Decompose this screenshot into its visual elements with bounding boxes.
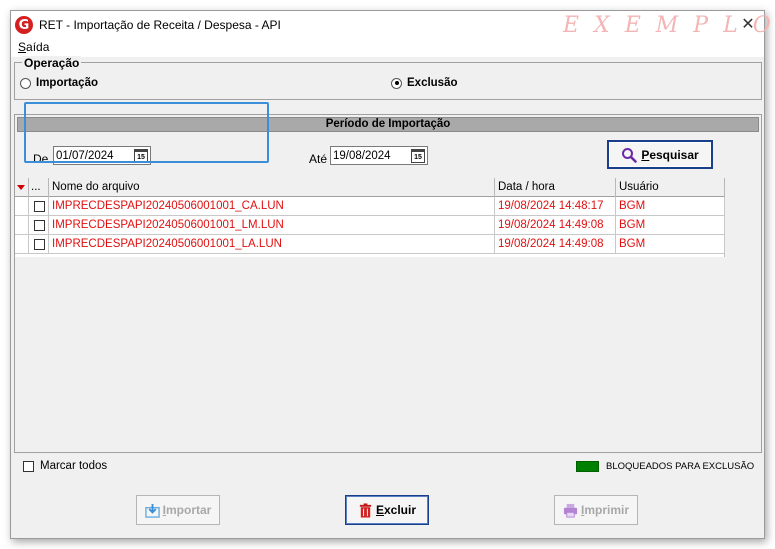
- column-header-select[interactable]: ...: [29, 178, 49, 197]
- row-datetime: 19/08/2024 14:49:08: [495, 216, 616, 235]
- radio-importacao-label: Importação: [36, 77, 98, 89]
- to-date-input[interactable]: 19/08/2024 15: [330, 146, 428, 165]
- files-grid: ... Nome do arquivo Data / hora Usuário …: [15, 178, 725, 257]
- close-button[interactable]: ✕: [738, 14, 758, 34]
- radio-exclusao-label: Exclusão: [407, 77, 458, 89]
- row-user: BGM: [616, 216, 725, 235]
- column-header-user[interactable]: Usuário: [616, 178, 725, 197]
- app-logo-icon: G: [15, 16, 33, 34]
- row-user: BGM: [616, 197, 725, 216]
- grid-header: ... Nome do arquivo Data / hora Usuário: [15, 178, 725, 197]
- printer-icon: [563, 503, 578, 518]
- selection-highlight: [24, 102, 269, 163]
- row-datetime: 19/08/2024 14:48:17: [495, 197, 616, 216]
- print-button-label: Imprimir: [580, 503, 630, 517]
- sort-indicator[interactable]: [15, 178, 29, 197]
- to-date-label: Até: [309, 152, 328, 166]
- window-title: RET - Importação de Receita / Despesa - …: [39, 18, 281, 32]
- trash-icon: [359, 502, 372, 518]
- table-row[interactable]: IMPRECDESPAPI20240506001001_CA.LUN 19/08…: [15, 197, 725, 216]
- row-indicator: [15, 216, 29, 235]
- menu-item-saida[interactable]: Saída: [18, 40, 49, 54]
- to-date-value: 19/08/2024: [333, 149, 391, 162]
- period-panel: Período de Importação De 01/07/2024 15 A…: [14, 114, 762, 453]
- radio-importacao-circle[interactable]: [20, 77, 31, 89]
- row-file-name: IMPRECDESPAPI20240506001001_LA.LUN: [49, 235, 495, 254]
- table-row[interactable]: IMPRECDESPAPI20240506001001_LA.LUN 19/08…: [15, 235, 725, 254]
- column-header-file[interactable]: Nome do arquivo: [49, 178, 495, 197]
- row-file-name: IMPRECDESPAPI20240506001001_LM.LUN: [49, 216, 495, 235]
- search-button[interactable]: Pesquisar: [607, 140, 713, 169]
- row-datetime: 19/08/2024 14:49:08: [495, 235, 616, 254]
- row-checkbox[interactable]: [34, 220, 45, 231]
- delete-button-label: Excluir: [375, 503, 417, 517]
- menu-bar: Saída: [11, 39, 764, 57]
- blocked-color-swatch: [576, 461, 599, 472]
- radio-exclusao[interactable]: Exclusão: [391, 77, 458, 89]
- blocked-legend: BLOQUEADOS PARA EXCLUSÃO: [576, 461, 754, 472]
- table-row[interactable]: IMPRECDESPAPI20240506001001_LM.LUN 19/08…: [15, 216, 725, 235]
- import-button[interactable]: Importar: [136, 495, 220, 525]
- sort-down-icon: [17, 185, 25, 190]
- select-all-checkbox[interactable]: Marcar todos: [23, 460, 107, 472]
- main-window: G RET - Importação de Receita / Despesa …: [10, 10, 771, 539]
- search-icon: [622, 147, 638, 163]
- title-bar: G RET - Importação de Receita / Despesa …: [11, 11, 771, 39]
- row-indicator: [15, 235, 29, 254]
- calendar-icon[interactable]: 15: [411, 148, 425, 163]
- row-checkbox[interactable]: [34, 201, 45, 212]
- operation-legend: Operação: [22, 56, 82, 70]
- radio-exclusao-circle[interactable]: [391, 77, 402, 89]
- print-button[interactable]: Imprimir: [554, 495, 638, 525]
- row-user: BGM: [616, 235, 725, 254]
- select-all-label: Marcar todos: [40, 460, 108, 472]
- delete-button[interactable]: Excluir: [345, 495, 429, 525]
- column-header-datetime[interactable]: Data / hora: [495, 178, 616, 197]
- import-icon: [144, 503, 160, 518]
- row-checkbox[interactable]: [34, 239, 45, 250]
- blocked-legend-label: BLOQUEADOS PARA EXCLUSÃO: [606, 461, 755, 472]
- operation-group: Operação Importação Exclusão: [14, 56, 762, 100]
- row-indicator: [15, 197, 29, 216]
- import-button-label: Importar: [162, 503, 212, 517]
- select-all-box[interactable]: [23, 460, 34, 472]
- search-button-label: Pesquisar: [641, 147, 699, 162]
- row-file-name: IMPRECDESPAPI20240506001001_CA.LUN: [49, 197, 495, 216]
- radio-importacao[interactable]: Importação: [20, 77, 98, 89]
